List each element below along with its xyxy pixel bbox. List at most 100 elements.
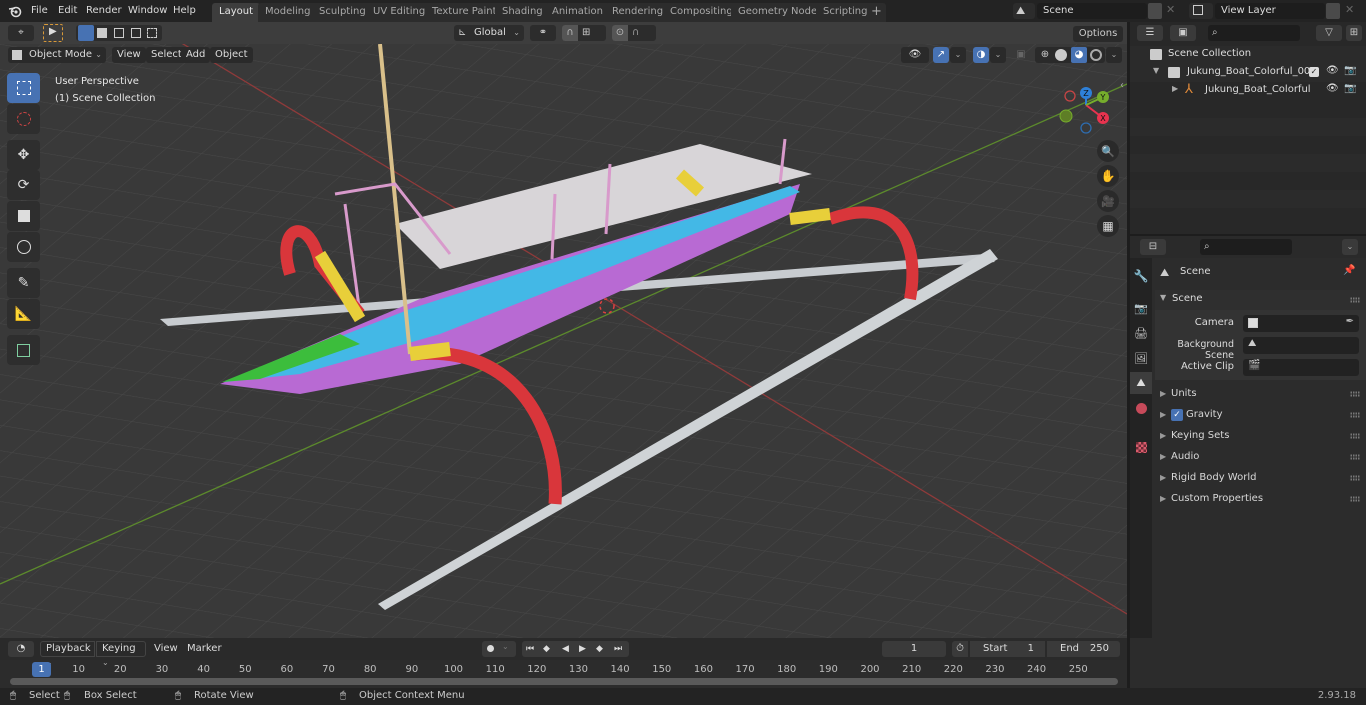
pin-icon[interactable]: 📌 — [1343, 265, 1355, 276]
tab-scene[interactable]: ⛰ — [1130, 372, 1152, 394]
scene-name-field[interactable]: Scene — [1037, 3, 1147, 19]
timeline-scrollbar[interactable] — [10, 678, 1118, 685]
menu-help[interactable]: Help — [173, 0, 196, 22]
jump-end-icon[interactable]: ⏭ — [614, 641, 622, 657]
section-gravity[interactable]: ▶ ✓ Gravity — [1160, 405, 1366, 425]
tool-scale[interactable] — [7, 201, 40, 231]
outliner-search-input[interactable]: ⌕ — [1208, 25, 1300, 41]
tab-geometry-nodes[interactable]: Geometry Nodes — [731, 3, 830, 22]
visibility-eye-icon[interactable]: 👁 — [1326, 65, 1339, 76]
properties-search-input[interactable]: ⌕ — [1200, 239, 1292, 255]
menu-object[interactable]: Object — [210, 47, 253, 63]
tool-transform[interactable] — [7, 232, 40, 262]
tab-output[interactable]: 🖨 — [1130, 322, 1152, 344]
tab-texture-paint[interactable]: Texture Paint — [425, 3, 504, 22]
tab-render[interactable]: 📷 — [1130, 297, 1152, 319]
drag-handle-icon[interactable] — [1350, 412, 1360, 418]
end-frame-field[interactable]: End 250 — [1047, 641, 1120, 657]
proportional-edit-icon[interactable]: ⊙ — [612, 25, 628, 41]
xray-toggle-icon[interactable]: ▣ — [1013, 47, 1029, 63]
scene-delete-icon[interactable]: ✕ — [1166, 3, 1175, 16]
camera-view-button[interactable]: 🎥 — [1097, 190, 1119, 212]
mode-extend-icon[interactable] — [97, 28, 107, 38]
tab-texture[interactable] — [1130, 436, 1152, 458]
menu-edit[interactable]: Edit — [58, 0, 77, 22]
tab-uv-editing[interactable]: UV Editing — [366, 3, 433, 22]
active-tool-icon[interactable]: ▶ — [43, 24, 63, 42]
view-layer-name-field[interactable]: View Layer — [1215, 3, 1325, 19]
navigation-gizmo[interactable]: Z X Y — [1056, 85, 1116, 135]
timeline-editor-type-icon[interactable]: ◔ — [8, 641, 34, 657]
menu-render[interactable]: Render — [86, 0, 122, 22]
camera-field[interactable]: ✒ — [1243, 315, 1359, 332]
eyedropper-icon[interactable]: ✒ — [1346, 316, 1354, 327]
mode-new-icon[interactable] — [78, 25, 94, 41]
mode-subtract-icon[interactable] — [114, 28, 124, 38]
active-clip-field[interactable]: 🎬 — [1243, 359, 1359, 376]
pan-view-button[interactable]: ✋ — [1097, 165, 1119, 187]
playback-dropdown[interactable]: Playback ⌄ — [40, 641, 95, 667]
menu-view[interactable]: View — [112, 47, 146, 63]
object-mode-dropdown[interactable]: Object Mode ⌄ — [8, 47, 106, 63]
mode-intersect-icon[interactable] — [147, 28, 157, 38]
outliner-row-scene-collection[interactable]: Scene Collection — [1130, 46, 1366, 64]
keying-dropdown-icon[interactable]: ⌄ — [502, 642, 509, 651]
tool-annotate[interactable]: ✎ — [7, 268, 40, 298]
tab-modeling[interactable]: Modeling — [258, 3, 318, 22]
tab-shading[interactable]: Shading — [495, 3, 550, 22]
tab-layout[interactable]: Layout — [212, 3, 260, 22]
section-audio[interactable]: ▶ Audio — [1160, 447, 1366, 467]
keying-dropdown[interactable]: Keying ⌄ — [96, 641, 146, 667]
overlay-toggle-icon[interactable]: ◑ — [973, 47, 989, 63]
drag-handle-icon[interactable] — [1350, 454, 1360, 460]
menu-add[interactable]: Add — [181, 47, 211, 63]
shading-dropdown[interactable]: ⌄ — [1106, 47, 1122, 63]
gizmo-dropdown[interactable]: ⌄ — [950, 47, 966, 63]
sidebar-toggle-icon[interactable]: ‹ — [1120, 80, 1124, 91]
tool-add-cube[interactable] — [7, 335, 40, 365]
editor-type-icon[interactable]: ⌖ — [8, 25, 34, 41]
menu-window[interactable]: Window — [128, 0, 167, 22]
view-layer-new-icon[interactable] — [1326, 3, 1340, 19]
outliner-row-object[interactable]: ▶ ⅄ Jukung_Boat_Colorful 👁 📷 — [1130, 82, 1366, 100]
drag-handle-icon[interactable] — [1350, 391, 1360, 397]
shading-material-icon[interactable]: ◕ — [1071, 47, 1087, 63]
mode-invert-icon[interactable] — [131, 28, 141, 38]
prev-keyframe-icon[interactable]: ◆ — [543, 641, 550, 657]
view-layer-delete-icon[interactable]: ✕ — [1345, 3, 1354, 16]
drag-handle-icon[interactable] — [1350, 496, 1360, 502]
jump-start-icon[interactable]: ⏮ — [526, 641, 534, 657]
outliner-editor-type-icon[interactable]: ☰ — [1137, 25, 1163, 41]
new-collection-icon[interactable]: ⊞ — [1346, 25, 1362, 41]
display-mode-dropdown[interactable]: ▣ — [1170, 25, 1196, 41]
render-camera-icon[interactable]: 📷 — [1344, 83, 1356, 94]
next-keyframe-icon[interactable]: ◆ — [596, 641, 603, 657]
tool-measure[interactable]: 📐 — [7, 299, 40, 329]
visibility-dropdown[interactable]: 👁 — [901, 47, 929, 63]
start-frame-field[interactable]: Start 1 — [970, 641, 1045, 657]
scene-browse-button[interactable]: ⛰ — [1013, 3, 1035, 19]
drag-handle-icon[interactable] — [1350, 433, 1360, 439]
gravity-checkbox[interactable]: ✓ — [1171, 409, 1183, 421]
record-icon[interactable] — [487, 645, 494, 652]
tool-rotate[interactable]: ⟳ — [7, 170, 40, 200]
tab-animation[interactable]: Animation — [545, 3, 610, 22]
outliner-row-collection[interactable]: ▼ Jukung_Boat_Colorful_001 ✓ 👁 📷 — [1130, 64, 1366, 82]
render-camera-icon[interactable]: 📷 — [1344, 65, 1356, 76]
drag-handle-icon[interactable] — [1350, 475, 1360, 481]
tab-compositing[interactable]: Compositing — [663, 3, 740, 22]
tab-scripting[interactable]: Scripting — [816, 3, 875, 22]
timeline-menu-marker[interactable]: Marker — [187, 641, 222, 657]
falloff-icon[interactable]: ∩ — [632, 25, 639, 41]
section-rigid-body-world[interactable]: ▶ Rigid Body World — [1160, 468, 1366, 488]
view-layer-browse-button[interactable] — [1189, 3, 1213, 19]
overlay-dropdown[interactable]: ⌄ — [990, 47, 1006, 63]
play-icon[interactable]: ▶ — [579, 641, 586, 657]
tab-sculpting[interactable]: Sculpting — [312, 3, 373, 22]
tab-tool[interactable]: 🔧 — [1130, 265, 1152, 287]
properties-options-dropdown[interactable]: ⌄ — [1342, 239, 1358, 255]
blender-logo-icon[interactable] — [8, 4, 22, 18]
tab-world[interactable] — [1130, 397, 1152, 419]
exclude-checkbox[interactable]: ✓ — [1309, 67, 1319, 77]
drag-handle-icon[interactable] — [1350, 297, 1360, 303]
